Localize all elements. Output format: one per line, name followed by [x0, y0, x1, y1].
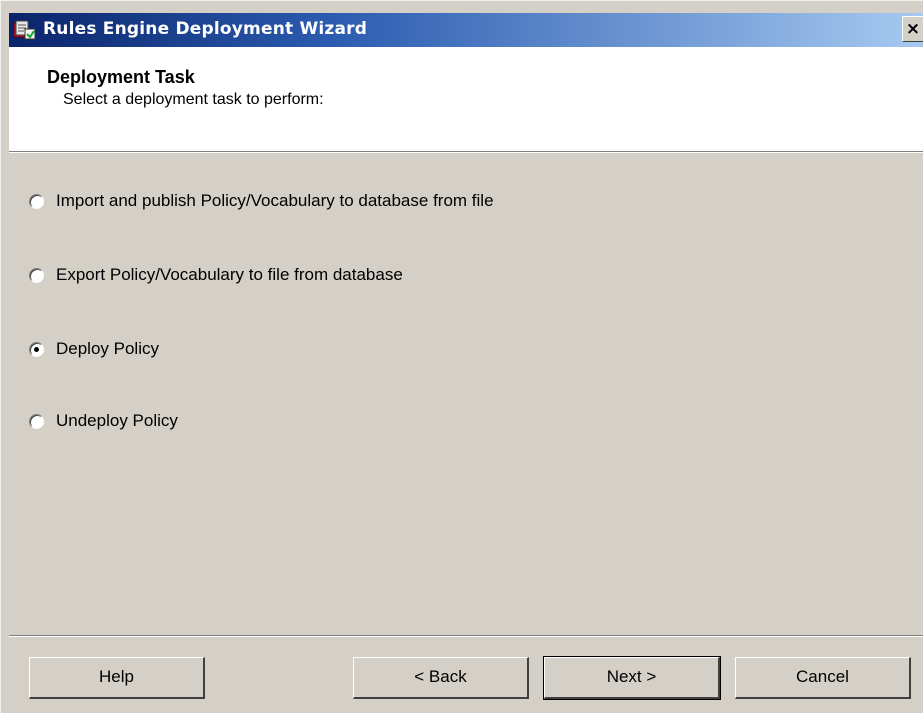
option-undeploy-policy[interactable]: Undeploy Policy	[29, 409, 178, 433]
page-subtitle: Select a deployment task to perform:	[63, 91, 324, 108]
option-export[interactable]: Export Policy/Vocabulary to file from da…	[29, 263, 403, 287]
option-deploy-policy[interactable]: Deploy Policy	[29, 337, 159, 361]
radio-button[interactable]	[29, 193, 44, 209]
close-button[interactable]: ×	[902, 16, 923, 42]
close-icon: ×	[905, 19, 921, 39]
option-label: Undeploy Policy	[56, 411, 178, 430]
footer-divider	[9, 635, 923, 637]
option-label: Import and publish Policy/Vocabulary to …	[56, 191, 494, 210]
next-button[interactable]: Next >	[543, 656, 721, 700]
radio-button[interactable]	[29, 413, 44, 429]
header-divider	[9, 151, 923, 153]
back-button[interactable]: < Back	[353, 657, 529, 699]
wizard-header: Deployment Task Select a deployment task…	[9, 47, 923, 151]
window-title: Rules Engine Deployment Wizard	[43, 19, 368, 39]
page-title: Deployment Task	[47, 67, 195, 87]
radio-selected-dot	[34, 346, 39, 352]
rules-engine-app-icon	[13, 19, 37, 41]
cancel-button[interactable]: Cancel	[735, 657, 911, 699]
radio-button[interactable]	[29, 341, 44, 357]
wizard-window: Rules Engine Deployment Wizard × Deploym…	[0, 0, 923, 713]
radio-button[interactable]	[29, 267, 44, 283]
title-bar[interactable]: Rules Engine Deployment Wizard ×	[9, 13, 923, 47]
option-import-publish[interactable]: Import and publish Policy/Vocabulary to …	[29, 189, 494, 213]
option-label: Export Policy/Vocabulary to file from da…	[56, 265, 403, 284]
option-label: Deploy Policy	[56, 339, 159, 358]
help-button[interactable]: Help	[29, 657, 205, 699]
